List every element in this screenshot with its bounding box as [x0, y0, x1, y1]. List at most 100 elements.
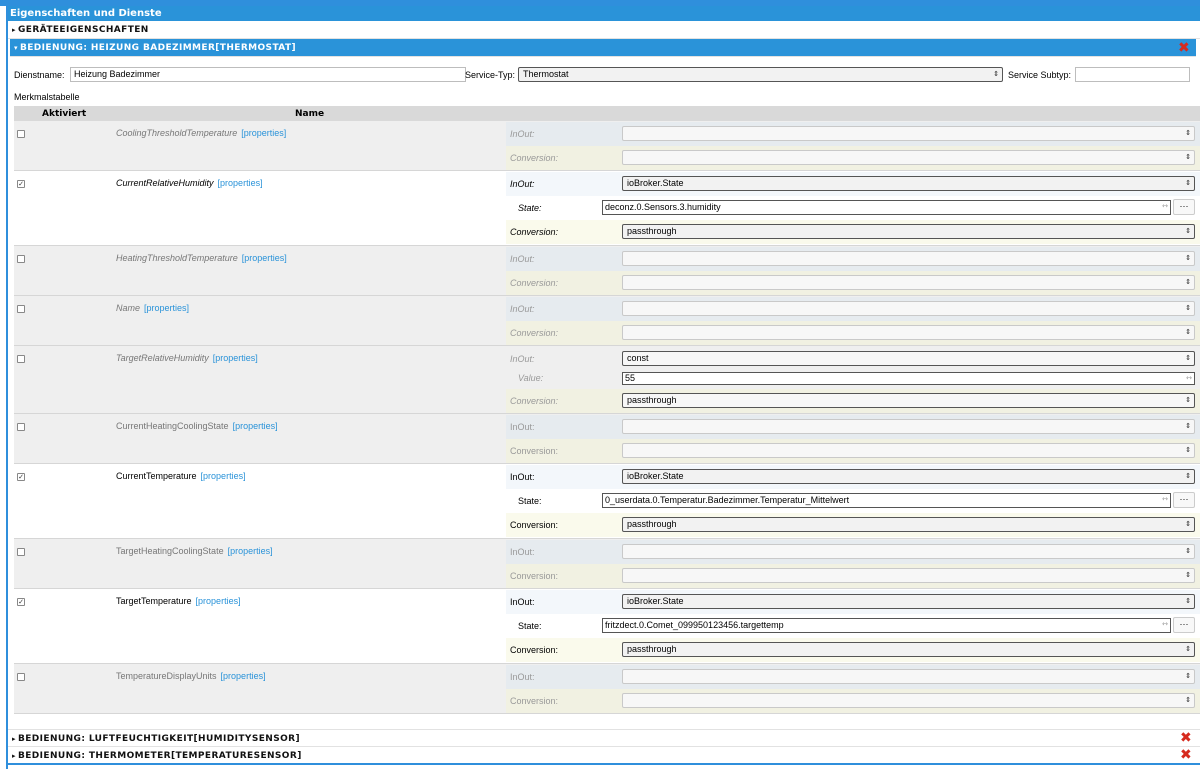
resize-handle-icon[interactable]: ⇿	[1186, 373, 1192, 384]
properties-link[interactable]: [properties]	[228, 546, 273, 556]
properties-link[interactable]: [properties]	[242, 253, 287, 263]
resize-handle-icon[interactable]: ⇿	[1162, 200, 1168, 213]
select-arrows-icon: ⇕	[1185, 646, 1191, 653]
select-arrows-icon: ⇕	[1185, 255, 1191, 262]
char-name: CurrentRelativeHumidity [properties]	[116, 178, 263, 188]
delete-icon[interactable]: ✖	[1180, 748, 1192, 762]
inout-select[interactable]: ⇕	[622, 544, 1195, 559]
state-input[interactable]: 0_userdata.0.Temperatur.Badezimmer.Tempe…	[602, 493, 1171, 508]
char-name-text: CoolingThresholdTemperature	[116, 128, 238, 138]
inout-row: InOut: ⇕	[506, 540, 1200, 564]
char-name: TargetHeatingCoolingState [properties]	[116, 546, 273, 556]
section-humidity[interactable]: ▸ Bedienung: Luftfeuchtigkeit[HumiditySen…	[8, 729, 1200, 747]
conversion-select[interactable]: ⇕	[622, 568, 1195, 583]
conversion-select[interactable]: ⇕	[622, 443, 1195, 458]
service-subtype-input[interactable]	[1075, 67, 1190, 82]
service-type-label: Service-Typ:	[465, 70, 516, 80]
conversion-row: Conversion: ⇕	[506, 439, 1200, 463]
properties-link[interactable]: [properties]	[233, 421, 278, 431]
col-name-header: Name	[295, 109, 325, 119]
properties-link[interactable]: [properties]	[213, 353, 258, 363]
conversion-row: Conversion: passthrough ⇕	[506, 220, 1200, 244]
inout-select[interactable]: ioBroker.State ⇕	[622, 469, 1195, 484]
select-arrows-icon: ⇕	[1185, 572, 1191, 579]
delete-icon[interactable]: ✖	[1178, 41, 1190, 55]
inout-select[interactable]: ⇕	[622, 126, 1195, 141]
inout-select[interactable]: ioBroker.State ⇕	[622, 594, 1195, 609]
active-checkbox[interactable]	[17, 423, 25, 431]
inout-value: ioBroker.State	[627, 471, 684, 481]
properties-panel: Eigenschaften und Dienste ▸ Geräteeigensc…	[6, 6, 1200, 769]
state-input[interactable]: deconz.0.Sensors.3.humidity ⇿	[602, 200, 1171, 215]
conversion-value: passthrough	[627, 226, 677, 236]
active-checkbox[interactable]	[17, 255, 25, 263]
properties-link[interactable]: [properties]	[196, 596, 241, 606]
state-input[interactable]: fritzdect.0.Comet_099950123456.targettem…	[602, 618, 1171, 633]
section-device-properties[interactable]: ▸ Geräteeigenschaften	[8, 21, 1200, 39]
active-checkbox[interactable]	[17, 130, 25, 138]
conversion-select[interactable]: passthrough ⇕	[622, 393, 1195, 408]
select-arrows-icon: ⇕	[1185, 447, 1191, 454]
select-arrows-icon: ⇕	[1185, 355, 1191, 362]
active-checkbox[interactable]: ✓	[17, 473, 25, 481]
char-name: TemperatureDisplayUnits [properties]	[116, 671, 266, 681]
inout-select[interactable]: ⇕	[622, 419, 1195, 434]
inout-select[interactable]: ioBroker.State ⇕	[622, 176, 1195, 191]
char-name-text: Name	[116, 303, 141, 313]
active-checkbox[interactable]: ✓	[17, 180, 25, 188]
service-type-select[interactable]: Thermostat ⇕	[518, 67, 1003, 82]
conversion-select[interactable]: ⇕	[622, 275, 1195, 290]
browse-button[interactable]: ···	[1173, 617, 1195, 633]
select-arrows-icon: ⇕	[1185, 697, 1191, 704]
service-name-input[interactable]: Heizung Badezimmer	[70, 67, 466, 82]
value-input[interactable]: 55 ⇿	[622, 372, 1195, 385]
resize-handle-icon[interactable]: ⇿	[1162, 493, 1168, 506]
conversion-select[interactable]: passthrough ⇕	[622, 224, 1195, 239]
select-arrows-icon: ⇕	[1185, 598, 1191, 605]
active-checkbox[interactable]	[17, 355, 25, 363]
browse-button[interactable]: ···	[1173, 199, 1195, 215]
inout-select[interactable]: ⇕	[622, 669, 1195, 684]
active-checkbox[interactable]	[17, 673, 25, 681]
section-thermometer[interactable]: ▸ Bedienung: Thermometer[TemperatureSenso…	[8, 747, 1200, 765]
inout-row: InOut: ioBroker.State ⇕	[506, 172, 1200, 196]
conversion-select[interactable]: passthrough ⇕	[622, 517, 1195, 532]
active-checkbox[interactable]: ✓	[17, 598, 25, 606]
inout-value: ioBroker.State	[627, 178, 684, 188]
active-checkbox[interactable]	[17, 548, 25, 556]
inout-row: InOut: ⇕	[506, 247, 1200, 271]
properties-link[interactable]: [properties]	[221, 671, 266, 681]
conversion-select[interactable]: ⇕	[622, 150, 1195, 165]
active-checkbox[interactable]	[17, 305, 25, 313]
delete-icon[interactable]: ✖	[1180, 731, 1192, 745]
conversion-select[interactable]: ⇕	[622, 325, 1195, 340]
table-row: ✓ CurrentRelativeHumidity [properties] In…	[14, 171, 1200, 246]
properties-link[interactable]: [properties]	[218, 178, 263, 188]
browse-button[interactable]: ···	[1173, 492, 1195, 508]
char-name-text: CurrentTemperature	[116, 471, 197, 481]
table-row: TemperatureDisplayUnits [properties] InOu…	[14, 664, 1200, 714]
resize-handle-icon[interactable]: ⇿	[1162, 618, 1168, 631]
table-row: ✓ TargetTemperature [properties] InOut: io…	[14, 589, 1200, 664]
section-label: Geräteeigenschaften	[18, 25, 149, 35]
inout-row: InOut: const ⇕	[506, 347, 1200, 371]
inout-select[interactable]: ⇕	[622, 251, 1195, 266]
select-arrows-icon: ⇕	[1185, 521, 1191, 528]
char-name-text: HeatingThresholdTemperature	[116, 253, 238, 263]
inout-row: InOut: ⇕	[506, 122, 1200, 146]
conversion-select[interactable]: ⇕	[622, 693, 1195, 708]
char-name: CurrentTemperature [properties]	[116, 471, 246, 481]
section-thermostat[interactable]: ▾ Bedienung: Heizung Badezimmer[Thermosta…	[10, 39, 1196, 57]
conversion-label: Conversion:	[510, 227, 559, 237]
conversion-select[interactable]: passthrough ⇕	[622, 642, 1195, 657]
inout-select[interactable]: ⇕	[622, 301, 1195, 316]
inout-label: InOut:	[510, 254, 535, 264]
properties-link[interactable]: [properties]	[241, 128, 286, 138]
char-name-text: TemperatureDisplayUnits	[116, 671, 217, 681]
inout-select[interactable]: const ⇕	[622, 351, 1195, 366]
characteristics-table: Aktiviert Name CoolingThresholdTemperatu…	[14, 106, 1200, 714]
properties-link[interactable]: [properties]	[201, 471, 246, 481]
conversion-label: Conversion:	[510, 153, 559, 163]
inout-label: InOut:	[510, 547, 535, 557]
properties-link[interactable]: [properties]	[144, 303, 189, 313]
